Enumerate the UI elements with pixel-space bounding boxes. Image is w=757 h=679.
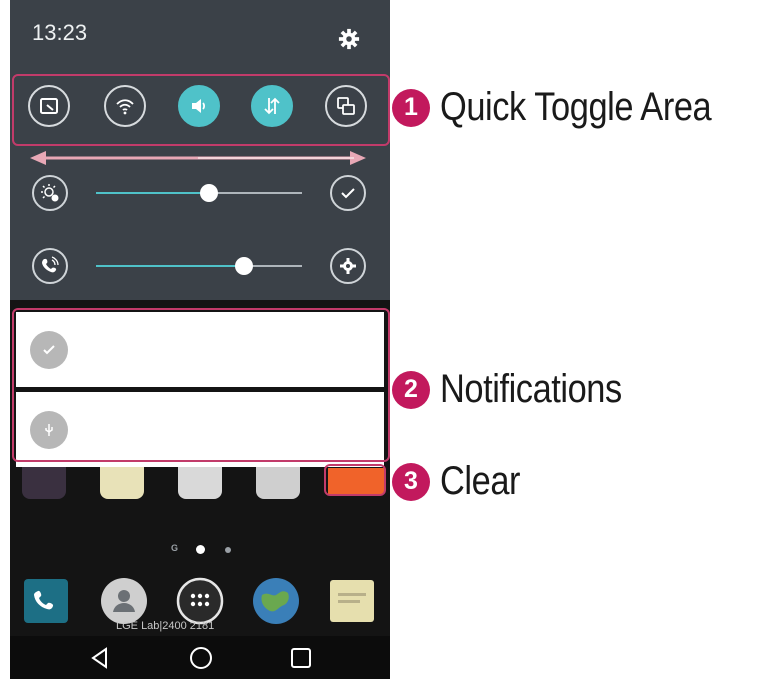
call-volume-slider-thumb[interactable] [235, 257, 254, 275]
apps-icon[interactable] [176, 577, 224, 625]
browser-icon[interactable] [252, 577, 300, 625]
call-volume-slider-fill [96, 265, 245, 267]
callout-text: Notifications [440, 367, 622, 411]
brightness-auto-icon[interactable] [32, 175, 68, 211]
callout-text: Quick Toggle Area [440, 85, 712, 129]
brightness-slider-fill [96, 192, 210, 194]
recents-icon[interactable] [288, 645, 314, 671]
callout-number: 1 [392, 88, 430, 127]
callout-label-1: 1 Quick Toggle Area [392, 85, 755, 130]
callout-box-clear [324, 464, 386, 496]
callout-label-2: 2 Notifications [392, 367, 651, 412]
brightness-slider[interactable] [96, 184, 302, 202]
callout-box-quick-toggle [12, 74, 390, 146]
callout-text: Clear [440, 459, 521, 503]
callout-label-3: 3 Clear [392, 459, 533, 504]
page-dot [225, 547, 231, 553]
notification-shade: 13:23 [10, 0, 390, 300]
page-indicator-google: G [171, 543, 179, 553]
messages-icon[interactable] [328, 577, 376, 625]
scroll-arrow-indicator [30, 151, 366, 165]
back-icon[interactable] [87, 645, 113, 671]
call-volume-slider-row [10, 238, 390, 298]
brightness-slider-rest [209, 192, 302, 194]
callout-box-notifications [12, 308, 390, 462]
home-icon[interactable] [188, 645, 214, 671]
brightness-slider-row [10, 165, 390, 225]
callout-number: 3 [392, 462, 430, 501]
phone-icon[interactable] [22, 577, 70, 625]
gear-icon[interactable] [330, 248, 366, 284]
gear-icon[interactable] [338, 28, 360, 50]
callout-number: 2 [392, 370, 430, 409]
brightness-slider-thumb[interactable] [200, 184, 219, 202]
check-circle-icon[interactable] [330, 175, 366, 211]
page-dot-active [196, 545, 205, 554]
navigation-bar [10, 636, 390, 679]
status-time: 13:23 [32, 20, 88, 45]
contacts-icon[interactable] [100, 577, 148, 625]
call-volume-icon[interactable] [32, 248, 68, 284]
call-volume-slider[interactable] [96, 257, 302, 275]
watermark-text: LGE Lab|2400 2181 [116, 620, 215, 632]
